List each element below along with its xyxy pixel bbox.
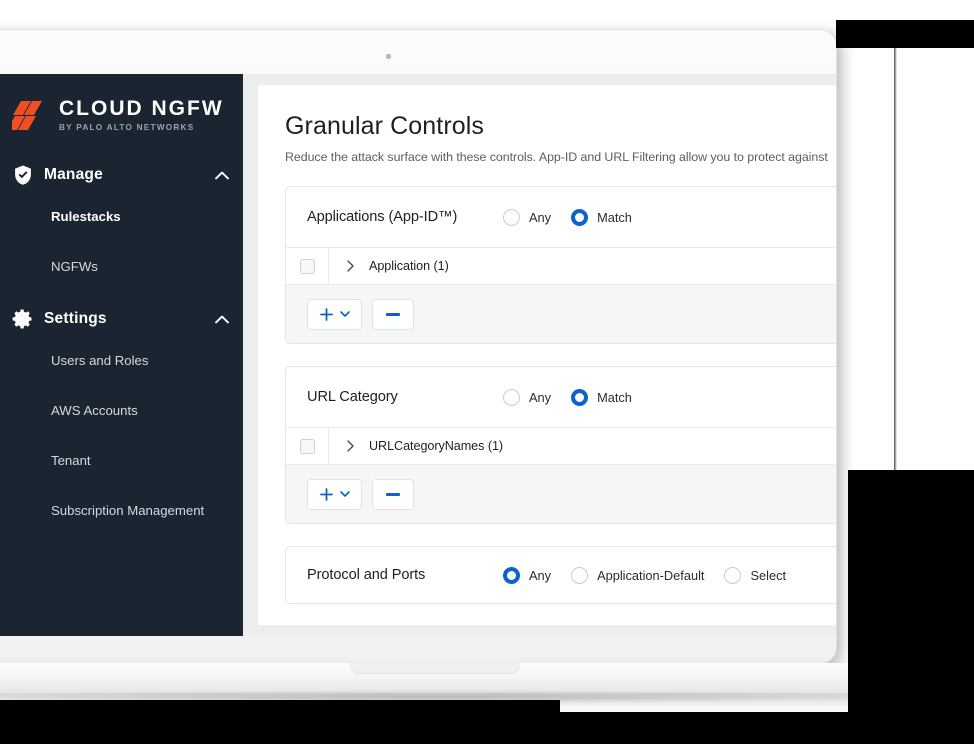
nav-group-header-settings[interactable]: Settings [0,302,243,336]
palo-alto-logo-icon [12,101,42,131]
radio-button-select[interactable] [724,566,742,584]
sidebar-item-aws-accounts[interactable]: AWS Accounts [0,386,243,436]
radio-group-protocol-and-ports: Any Application-Default Select [503,566,806,584]
nav-group-label: Manage [44,166,103,184]
card-header: Protocol and Ports Any Application-Defau… [286,547,836,603]
radio-button-any[interactable] [503,388,520,406]
radio-option-any[interactable]: Any [503,208,552,226]
card-header: URL Category Any Match [286,367,836,427]
radio-button-application-default[interactable] [571,566,589,584]
nav-group-header-manage[interactable]: Manage [0,158,243,192]
card-title: Protocol and Ports [307,567,426,583]
chevron-right-icon[interactable] [347,260,354,272]
plus-icon [319,307,333,321]
table-cell-select [286,428,329,464]
gear-icon [12,309,32,329]
chevron-down-icon [339,311,350,317]
radio-group-url-category: Any Match [503,388,652,406]
card-title: Applications (App-ID™) [307,209,458,225]
nav-group-label: Settings [44,310,107,328]
radio-option-application-default[interactable]: Application-Default [571,566,705,584]
radio-button-match[interactable] [571,208,589,226]
radio-label-any: Any [529,389,552,405]
brand-logo[interactable]: CLOUD NGFW BY PALO ALTO NETWORKS [0,92,243,132]
content-panel: Granular Controls Reduce the attack surf… [258,85,836,625]
sidebar-item-rulestacks[interactable]: Rulestacks [0,192,243,242]
webcam-dot-icon [385,54,391,59]
sidebar-item-subscription-management[interactable]: Subscription Management [0,486,243,536]
card-url-category: URL Category Any Match URLCategoryNames … [285,366,836,524]
backdrop-block-top-right [836,20,974,48]
radio-label-match: Match [597,389,632,405]
brand-logo-text: CLOUD NGFW BY PALO ALTO NETWORKS [59,98,224,132]
plus-icon [319,487,333,501]
sidebar-item-ngfws[interactable]: NGFWs [0,242,243,292]
radio-option-select[interactable]: Select [724,566,787,584]
minus-icon [386,492,400,496]
remove-button[interactable] [372,298,414,330]
radio-button-any[interactable] [503,208,520,226]
table-row-label: Application (1) [369,259,449,273]
page-title: Granular Controls [285,112,485,140]
radio-label-any: Any [529,209,552,225]
add-button[interactable] [307,478,362,510]
laptop-base-notch [350,663,520,674]
table-row[interactable]: URLCategoryNames (1) [286,427,836,465]
sidebar: CLOUD NGFW BY PALO ALTO NETWORKS Manage [0,74,243,636]
laptop-lid: CLOUD NGFW BY PALO ALTO NETWORKS Manage [0,30,836,663]
card-title: URL Category [307,389,398,405]
radio-button-any[interactable] [503,566,520,584]
laptop-screen: CLOUD NGFW BY PALO ALTO NETWORKS Manage [0,74,836,636]
minus-icon [386,312,400,316]
radio-option-any[interactable]: Any [503,388,552,406]
row-checkbox[interactable] [299,438,315,454]
brand-subtitle: BY PALO ALTO NETWORKS [59,123,195,132]
card-header: Applications (App-ID™) Any Match [286,187,836,247]
brand-title: CLOUD NGFW [59,97,224,120]
radio-option-match[interactable]: Match [571,208,632,226]
card-applications: Applications (App-ID™) Any Match Applica… [285,186,836,344]
radio-group-applications: Any Match [503,208,652,226]
nav-group-settings: Settings Users and Roles AWS Accounts Te… [0,302,243,536]
nav-group-manage: Manage Rulestacks NGFWs [0,158,243,292]
shield-check-icon [15,165,31,185]
radio-option-any[interactable]: Any [503,566,552,584]
radio-option-match[interactable]: Match [571,388,632,406]
sidebar-item-users-and-roles[interactable]: Users and Roles [0,336,243,386]
radio-label-any: Any [529,567,552,583]
table-cell-name: URLCategoryNames (1) [329,439,503,453]
table-row-label: URLCategoryNames (1) [369,439,504,453]
screenshot-stage: CLOUD NGFW BY PALO ALTO NETWORKS Manage [0,0,974,744]
page-subtitle: Reduce the attack surface with these con… [285,150,828,164]
chevron-up-icon[interactable] [215,315,229,324]
table-cell-select [286,248,329,284]
radio-label-application-default: Application-Default [597,567,705,583]
radio-button-match[interactable] [571,388,589,406]
chevron-up-icon[interactable] [215,171,229,180]
table-row[interactable]: Application (1) [286,247,836,285]
application-window: CLOUD NGFW BY PALO ALTO NETWORKS Manage [0,74,836,636]
radio-label-match: Match [597,209,632,225]
remove-button[interactable] [372,478,414,510]
backdrop-block-right [848,470,974,744]
backdrop-block-bottom [0,712,890,744]
table-toolbar [286,285,836,343]
sidebar-item-tenant[interactable]: Tenant [0,436,243,486]
table-cell-name: Application (1) [329,259,449,273]
table-toolbar [286,465,836,523]
chevron-down-icon [339,491,350,497]
chevron-right-icon[interactable] [347,440,354,452]
add-button[interactable] [307,298,362,330]
content-region: Granular Controls Reduce the attack surf… [243,74,836,636]
radio-label-select: Select [750,567,787,583]
card-protocol-and-ports: Protocol and Ports Any Application-Defau… [285,546,836,604]
row-checkbox[interactable] [299,258,315,274]
laptop-base [0,663,950,693]
